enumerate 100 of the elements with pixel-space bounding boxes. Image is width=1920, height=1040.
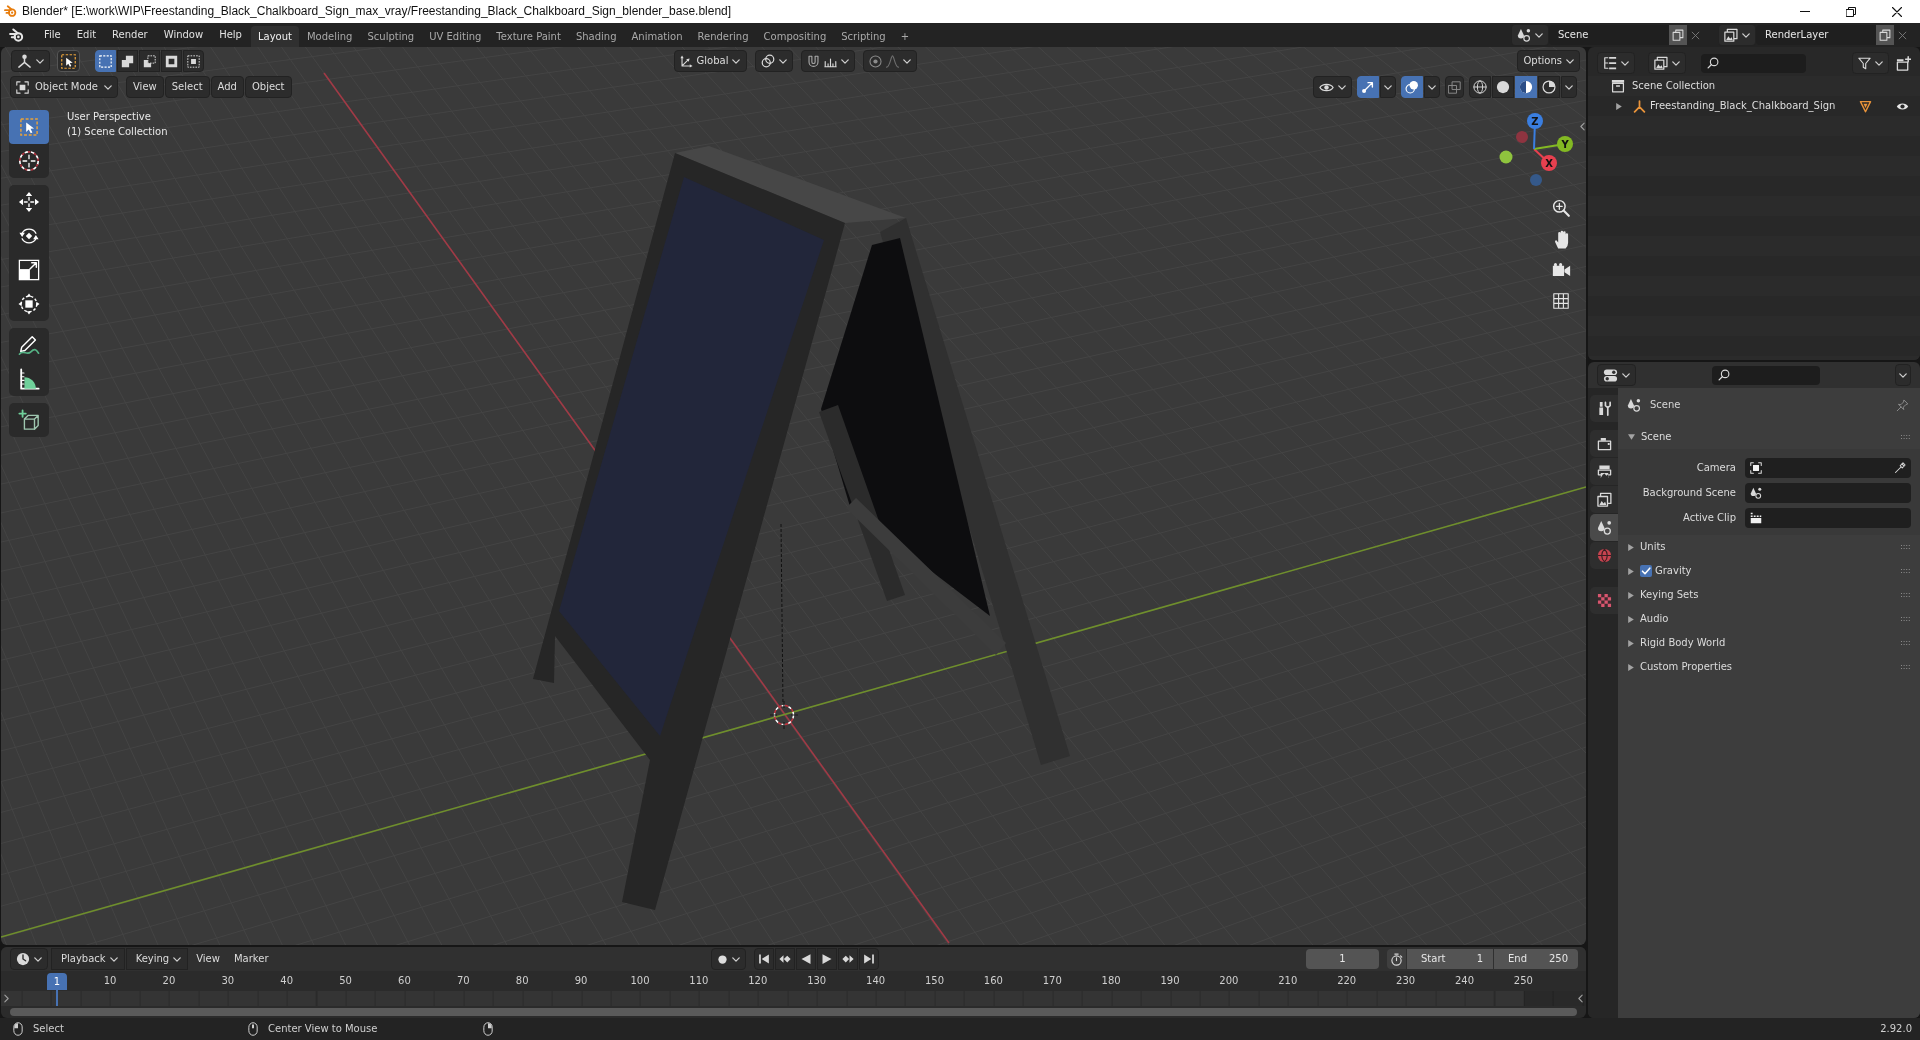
stopwatch-icon[interactable] xyxy=(1390,952,1403,966)
expand-triangle-icon[interactable] xyxy=(1628,615,1634,623)
shading-button[interactable] xyxy=(1492,76,1514,98)
menu-item[interactable]: Render xyxy=(104,29,156,41)
view-layer-button[interactable] xyxy=(1648,52,1686,74)
view-layer-name-field[interactable]: RenderLayer xyxy=(1756,25,1876,45)
workspace-tab[interactable]: Shading xyxy=(568,26,624,47)
panel-title[interactable]: Audio xyxy=(1640,613,1895,625)
shading-dropdown[interactable] xyxy=(1561,76,1577,98)
playback-button[interactable] xyxy=(753,948,774,970)
expand-triangle-icon[interactable] xyxy=(1628,434,1635,440)
z-axis-handle[interactable]: Z xyxy=(1527,113,1543,150)
selection-mode-button[interactable] xyxy=(183,50,204,72)
playback-button[interactable] xyxy=(774,948,795,970)
workspace-tab[interactable]: Rendering xyxy=(690,26,756,47)
checkbox[interactable] xyxy=(1640,565,1652,577)
negative-z-handle[interactable] xyxy=(1530,174,1542,186)
negative-x-handle[interactable] xyxy=(1516,131,1528,143)
chevron-right-icon[interactable] xyxy=(4,994,9,1003)
menu-item[interactable]: Window xyxy=(155,29,212,41)
options-dropdown[interactable] xyxy=(1895,364,1911,386)
expand-triangle-icon[interactable] xyxy=(1628,543,1634,551)
panel-title[interactable]: Keying Sets xyxy=(1640,589,1895,601)
outliner-item-label[interactable]: Scene Collection xyxy=(1632,80,1716,92)
select-tool-button[interactable] xyxy=(57,50,80,72)
playhead[interactable]: 1 xyxy=(47,973,67,1006)
orientation-dropdown[interactable]: Global xyxy=(673,50,748,72)
chevron-left-icon[interactable] xyxy=(1578,994,1583,1003)
workspace-tab[interactable]: Scripting xyxy=(834,26,893,47)
auto-keying-button[interactable] xyxy=(710,948,746,970)
timeline-dropdown[interactable]: Playback xyxy=(51,948,125,970)
display-mode-button[interactable] xyxy=(1597,52,1635,74)
grip-icon[interactable] xyxy=(1901,435,1910,439)
scene-name-field[interactable]: Scene xyxy=(1549,25,1669,45)
properties-tab[interactable] xyxy=(1590,430,1618,457)
current-frame-field[interactable]: 1 xyxy=(1306,949,1379,969)
y-axis-handle[interactable]: Y xyxy=(1533,136,1573,152)
hand-icon[interactable] xyxy=(1552,229,1570,249)
view-layer-browse-button[interactable] xyxy=(1718,24,1756,46)
panel-title[interactable]: Rigid Body World xyxy=(1640,637,1895,649)
camera-field[interactable] xyxy=(1745,457,1911,478)
grip-icon[interactable] xyxy=(1901,593,1910,597)
expand-triangle-icon[interactable] xyxy=(1628,639,1634,647)
selection-mode-button[interactable] xyxy=(161,50,182,72)
properties-tab[interactable] xyxy=(1590,514,1618,541)
duplicate-button[interactable] xyxy=(1876,25,1894,45)
expand-triangle-icon[interactable] xyxy=(1628,567,1634,575)
expand-triangle-icon[interactable] xyxy=(1616,102,1622,110)
close-icon[interactable] xyxy=(1892,6,1902,17)
options-dropdown[interactable]: Options xyxy=(1517,50,1580,72)
properties-tab[interactable] xyxy=(1590,486,1618,513)
header-menu[interactable]: Add xyxy=(210,76,244,98)
end-frame-field[interactable]: End 250 xyxy=(1494,949,1578,969)
shading-button[interactable] xyxy=(1515,76,1537,98)
eyedropper-icon[interactable] xyxy=(1894,461,1906,474)
header-menu[interactable]: Select xyxy=(164,76,210,98)
blender-logo-icon[interactable] xyxy=(9,27,24,43)
search-field[interactable] xyxy=(1701,53,1806,73)
box-plus-icon[interactable] xyxy=(1896,55,1911,71)
timeline-scrollbar[interactable] xyxy=(10,1008,1577,1016)
negative-y-handle[interactable] xyxy=(1499,150,1513,164)
header-menu[interactable]: View xyxy=(126,76,164,98)
restore-icon[interactable] xyxy=(1846,6,1856,17)
pin-icon[interactable] xyxy=(1896,398,1909,412)
expand-triangle-icon[interactable] xyxy=(1628,663,1634,671)
timeline-menu[interactable]: View xyxy=(189,948,227,970)
grid-icon[interactable] xyxy=(1553,293,1569,309)
menu-item[interactable]: Edit xyxy=(68,29,105,41)
cross-icon[interactable] xyxy=(1897,30,1907,40)
playback-button[interactable] xyxy=(795,948,816,970)
panel-title[interactable]: Units xyxy=(1640,541,1895,553)
overlays-dropdown[interactable] xyxy=(1424,76,1440,98)
workspace-tab[interactable]: Animation xyxy=(624,26,690,47)
mode-dropdown[interactable]: Object Mode xyxy=(10,76,118,98)
menu-item[interactable]: Help xyxy=(211,29,250,41)
search-field[interactable] xyxy=(1711,365,1820,385)
panel-title[interactable]: Scene xyxy=(1641,431,1895,443)
panel-title[interactable]: Custom Properties xyxy=(1640,661,1895,673)
playback-button[interactable] xyxy=(816,948,837,970)
selection-mode-button[interactable] xyxy=(117,50,138,72)
menu-item[interactable]: File xyxy=(36,29,69,41)
background-scene-field[interactable] xyxy=(1745,482,1911,503)
x-axis-handle[interactable]: X xyxy=(1533,148,1557,171)
grip-icon[interactable] xyxy=(1901,545,1910,549)
workspace-tab[interactable]: Sculpting xyxy=(360,26,422,47)
shading-button[interactable] xyxy=(1469,76,1491,98)
pivot-dropdown[interactable] xyxy=(755,50,794,72)
overlays-toggle[interactable] xyxy=(1401,76,1423,98)
grip-icon[interactable] xyxy=(1901,617,1910,621)
proportional-edit-button[interactable] xyxy=(863,50,918,72)
editor-type-button[interactable] xyxy=(10,948,48,970)
grip-icon[interactable] xyxy=(1901,641,1910,645)
expand-triangle-icon[interactable] xyxy=(1628,591,1634,599)
gizmo-toggle[interactable] xyxy=(1357,76,1379,98)
xray-toggle[interactable] xyxy=(1445,76,1464,98)
workspace-tab[interactable]: Layout xyxy=(250,26,299,47)
selection-mode-button[interactable] xyxy=(139,50,160,72)
panel-title[interactable]: Gravity xyxy=(1655,565,1895,577)
start-frame-field[interactable]: Start 1 xyxy=(1407,949,1493,969)
grip-icon[interactable] xyxy=(1901,569,1910,573)
